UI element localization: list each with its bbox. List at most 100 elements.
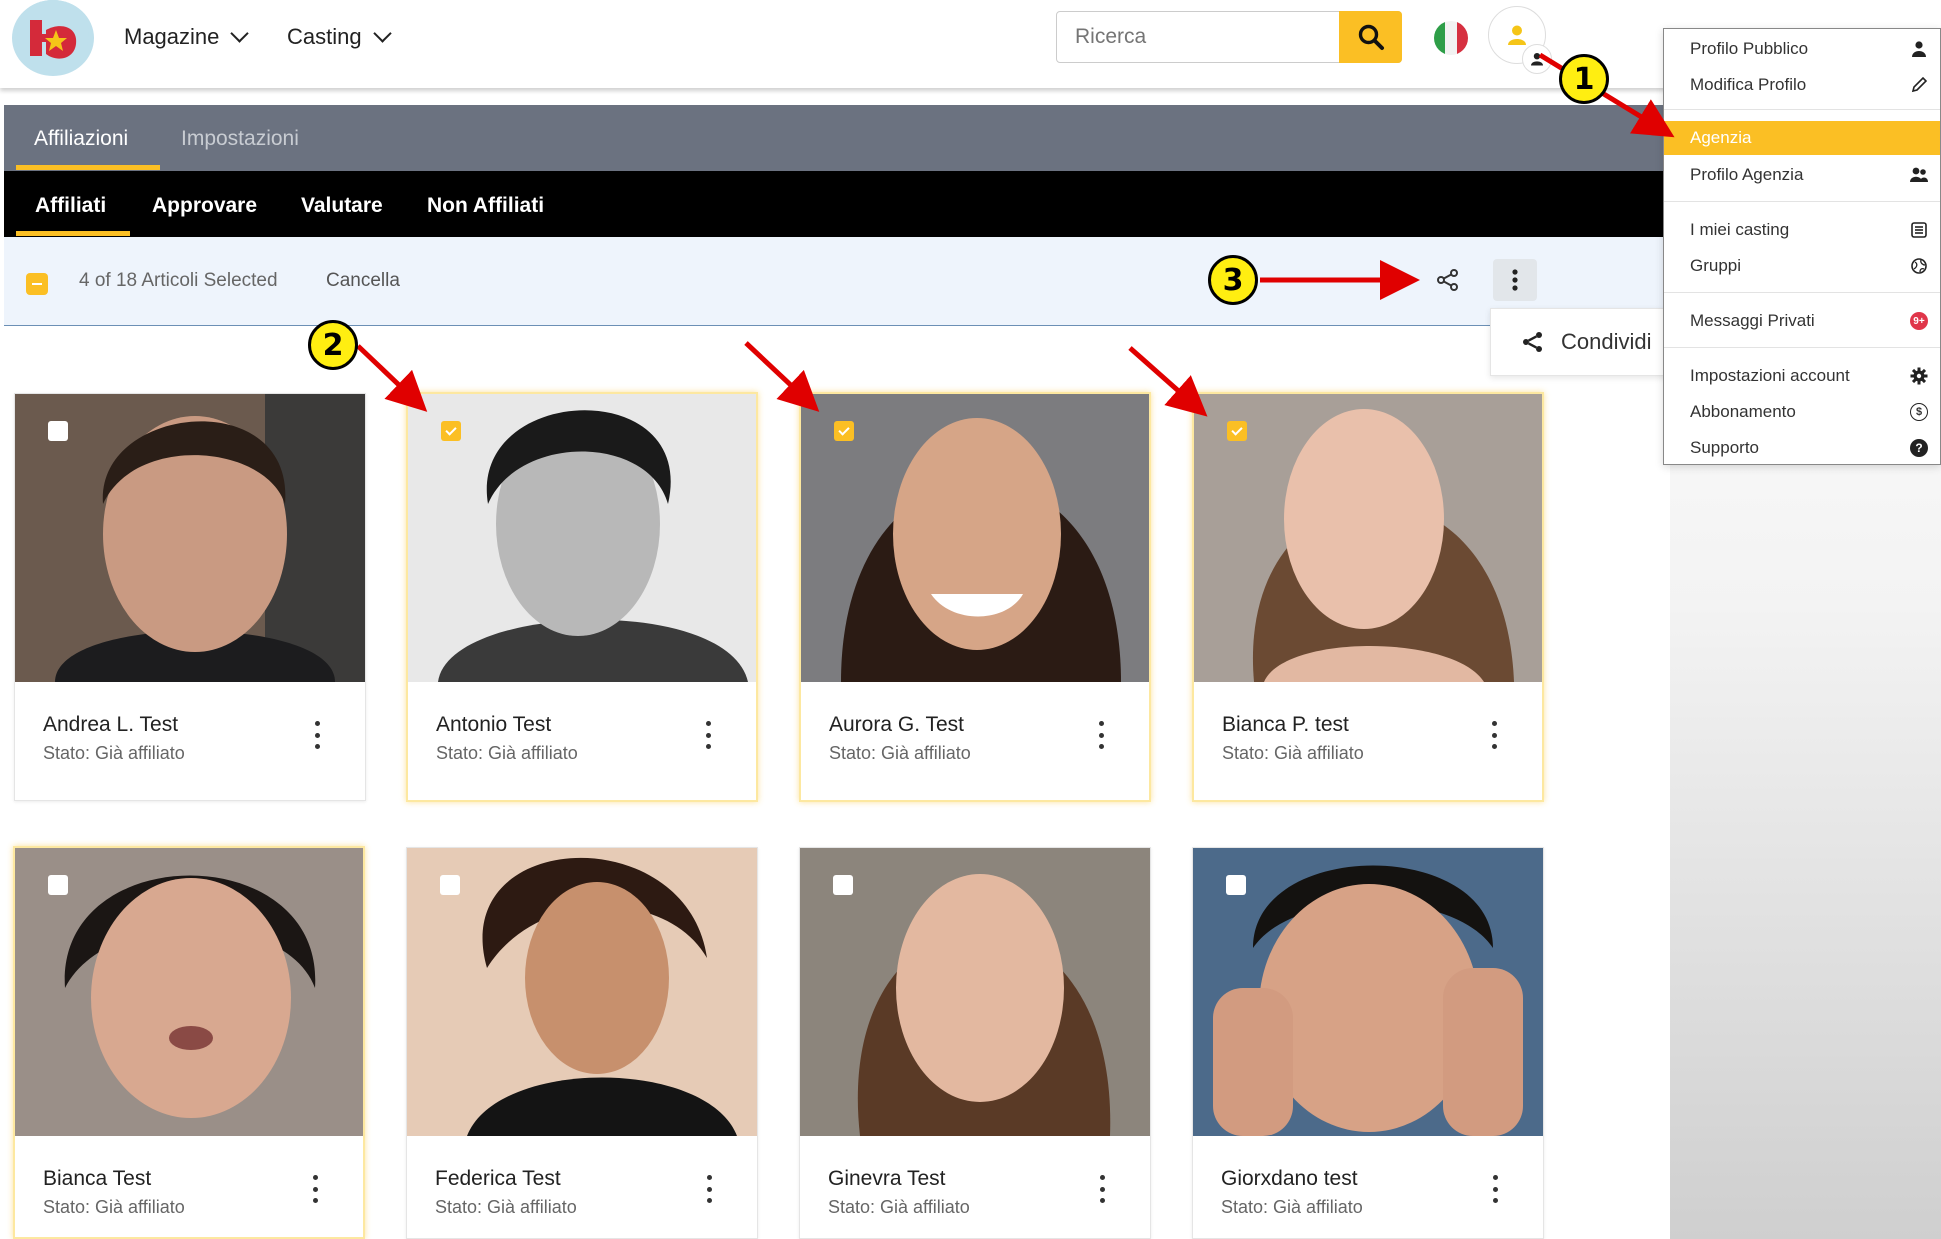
- card-menu-icon[interactable]: [309, 1175, 321, 1203]
- card-menu-icon[interactable]: [1489, 1175, 1501, 1203]
- annotation-badge-1: 1: [1559, 54, 1609, 104]
- card-checkbox[interactable]: [833, 875, 853, 895]
- annotation-badge-2: 2: [308, 320, 358, 370]
- tab-affiliazioni[interactable]: Affiliazioni: [34, 127, 128, 151]
- card-menu-icon[interactable]: [311, 721, 323, 749]
- menu-item-label: Supporto: [1690, 438, 1759, 457]
- card-checkbox[interactable]: [440, 875, 460, 895]
- menu-item-agenzia[interactable]: Agenzia: [1664, 121, 1940, 155]
- list-icon: [1910, 221, 1928, 239]
- active-tab-indicator: [16, 165, 160, 170]
- help-icon: ?: [1910, 439, 1928, 457]
- nav-magazine[interactable]: Magazine: [124, 23, 250, 50]
- menu-item-profilo-agenzia[interactable]: Profilo Agenzia: [1664, 158, 1940, 192]
- pencil-icon: [1910, 76, 1928, 94]
- talent-card[interactable]: Andrea L. Test Stato: Già affiliato: [14, 393, 366, 801]
- talent-name: Andrea L. Test: [43, 713, 179, 736]
- chevron-down-icon: [372, 23, 392, 43]
- nav-magazine-label: Magazine: [124, 24, 220, 49]
- talent-card[interactable]: Aurora G. Test Stato: Già affiliato: [799, 392, 1151, 802]
- gear-icon: [1910, 367, 1928, 385]
- card-menu-icon[interactable]: [702, 721, 714, 749]
- tab-approvare[interactable]: Approvare: [152, 194, 257, 218]
- more-options-button[interactable]: [1493, 259, 1537, 301]
- annotation-badge-3: 3: [1208, 255, 1258, 305]
- menu-item-label: Profilo Pubblico: [1690, 39, 1809, 58]
- tab-valutare[interactable]: Valutare: [301, 194, 383, 218]
- menu-item-label: I miei casting: [1690, 220, 1790, 239]
- card-checkbox[interactable]: [48, 421, 68, 441]
- card-checkbox[interactable]: [441, 421, 461, 441]
- user-icon: [1910, 40, 1928, 58]
- menu-item-profilo-pubblico[interactable]: Profilo Pubblico: [1664, 32, 1940, 66]
- menu-item-label: Profilo Agenzia: [1690, 165, 1804, 184]
- card-checkbox[interactable]: [48, 875, 68, 895]
- menu-item-label: Gruppi: [1690, 256, 1742, 275]
- card-menu-icon[interactable]: [703, 1175, 715, 1203]
- account-badge-icon[interactable]: [1522, 44, 1552, 74]
- menu-divider: [1664, 292, 1940, 293]
- cancel-selection-button[interactable]: Cancella: [326, 270, 400, 292]
- kebab-icon: [1512, 269, 1518, 291]
- talent-card[interactable]: Giorxdano test Stato: Già affiliato: [1192, 847, 1544, 1239]
- globe-icon: [1910, 257, 1928, 275]
- card-checkbox[interactable]: [834, 421, 854, 441]
- tab-non-affiliati[interactable]: Non Affiliati: [427, 194, 544, 218]
- talent-status: Stato: Già affiliato: [829, 743, 971, 763]
- menu-item-impostazioni-account[interactable]: Impostazioni account: [1664, 359, 1940, 393]
- talent-card[interactable]: Federica Test Stato: Già affiliato: [406, 847, 758, 1239]
- menu-item-gruppi[interactable]: Gruppi: [1664, 249, 1940, 283]
- user-icon: [1508, 25, 1526, 45]
- primary-tabs: Affiliazioni Impostazioni: [4, 105, 1670, 171]
- search-button[interactable]: [1339, 11, 1402, 63]
- share-popup[interactable]: Condividi: [1490, 308, 1690, 376]
- talent-name: Ginevra Test: [828, 1167, 946, 1190]
- menu-item-modifica-profilo[interactable]: Modifica Profilo: [1664, 68, 1940, 102]
- share-icon: [1523, 332, 1542, 352]
- site-logo[interactable]: [12, 0, 94, 76]
- talent-status: Stato: Già affiliato: [436, 743, 578, 763]
- user-dropdown-menu: Profilo Pubblico Modifica Profilo Agenzi…: [1663, 28, 1941, 465]
- talent-card[interactable]: Bianca Test Stato: Già affiliato: [13, 846, 365, 1239]
- card-menu-icon[interactable]: [1488, 721, 1500, 749]
- talent-status: Stato: Già affiliato: [43, 743, 185, 763]
- menu-item-miei-casting[interactable]: I miei casting: [1664, 213, 1940, 247]
- select-all-checkbox[interactable]: [26, 273, 48, 295]
- share-button[interactable]: [1429, 259, 1467, 301]
- selection-count: 4 of 18 Articoli Selected: [79, 270, 278, 291]
- card-checkbox[interactable]: [1226, 875, 1246, 895]
- selection-bar: 4 of 18 Articoli Selected Cancella: [4, 237, 1670, 326]
- talent-status: Stato: Già affiliato: [828, 1197, 970, 1217]
- talent-name: Bianca P. test: [1222, 713, 1349, 736]
- message-badge-icon: 9+: [1910, 312, 1928, 330]
- menu-item-label: Abbonamento: [1690, 402, 1796, 421]
- tab-impostazioni[interactable]: Impostazioni: [181, 127, 299, 151]
- card-menu-icon[interactable]: [1095, 721, 1107, 749]
- tab-affiliati[interactable]: Affiliati: [35, 194, 106, 218]
- talent-name: Antonio Test: [436, 713, 552, 736]
- menu-item-messaggi-privati[interactable]: Messaggi Privati 9+: [1664, 304, 1940, 338]
- talent-name: Aurora G. Test: [829, 713, 965, 736]
- talent-card[interactable]: Bianca P. test Stato: Già affiliato: [1192, 392, 1544, 802]
- menu-divider: [1664, 347, 1940, 348]
- talent-status: Stato: Già affiliato: [1221, 1197, 1363, 1217]
- talent-name: Federica Test: [435, 1167, 561, 1190]
- talent-status: Stato: Già affiliato: [1222, 743, 1364, 763]
- talent-card[interactable]: Antonio Test Stato: Già affiliato: [406, 392, 758, 802]
- active-tab-indicator: [16, 231, 130, 236]
- menu-divider: [1664, 109, 1940, 110]
- share-popup-label: Condividi: [1561, 329, 1652, 354]
- card-checkbox[interactable]: [1227, 421, 1247, 441]
- menu-divider: [1664, 201, 1940, 202]
- nav-casting[interactable]: Casting: [287, 23, 392, 50]
- users-icon: [1910, 166, 1928, 184]
- menu-item-label: Modifica Profilo: [1690, 75, 1807, 94]
- language-flag-icon[interactable]: [1434, 21, 1468, 55]
- talent-card[interactable]: Ginevra Test Stato: Già affiliato: [799, 847, 1151, 1239]
- talent-status: Stato: Già affiliato: [435, 1197, 577, 1217]
- menu-item-supporto[interactable]: Supporto ?: [1664, 431, 1940, 465]
- card-menu-icon[interactable]: [1096, 1175, 1108, 1203]
- search-icon: [1358, 24, 1384, 50]
- talent-name: Giorxdano test: [1221, 1167, 1358, 1190]
- menu-item-abbonamento[interactable]: Abbonamento $: [1664, 395, 1940, 429]
